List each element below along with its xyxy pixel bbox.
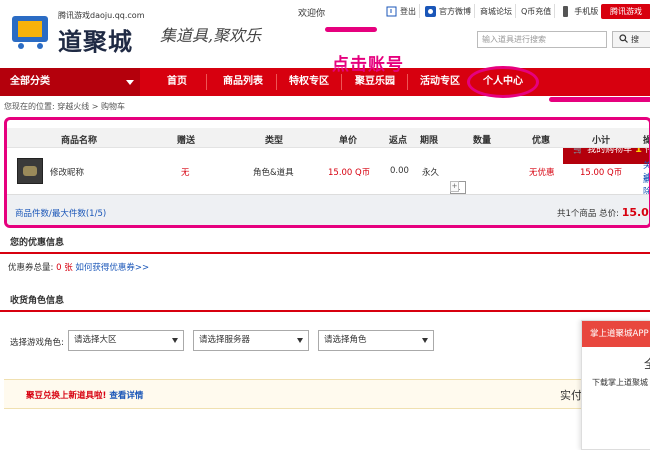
chevron-down-icon — [126, 80, 134, 85]
app-panel-desc: 下载掌上道聚城 — [592, 378, 648, 387]
cart-logo-icon — [12, 16, 48, 49]
welcome-text: 欢迎你 — [298, 9, 326, 19]
coupon-section-title: 您的优惠信息 — [10, 238, 65, 248]
app-download-panel[interactable]: 掌上道聚城APP 全 下载掌上道聚城 — [581, 320, 650, 450]
item-thumbnail[interactable] — [17, 158, 43, 184]
col-gift: 赠送 — [177, 136, 196, 146]
chevron-down-icon — [172, 338, 178, 343]
col-rebate: 返点 — [389, 136, 408, 146]
nav-divider — [341, 74, 342, 90]
col-term: 期限 — [420, 136, 439, 146]
col-type: 类型 — [265, 136, 284, 146]
col-subtotal: 小计 — [592, 136, 611, 146]
nav-divider — [407, 74, 408, 90]
nav-item-products[interactable]: 商品列表 — [214, 68, 272, 96]
qb-recharge-link[interactable]: Q币充值 — [518, 4, 556, 18]
coupon-info: 优惠券总量: 0 张 如何获得优惠券>> — [8, 261, 149, 273]
role-select-value: 请选择角色 — [324, 335, 367, 345]
annotation-underline-cart — [549, 97, 650, 102]
forum-link[interactable]: 商城论坛 — [477, 4, 516, 18]
search-input[interactable]: 输入道具进行搜索 — [477, 31, 607, 48]
item-subtotal: 15.00 Q币 — [580, 168, 623, 178]
mobile-label: 手机版 — [574, 6, 599, 16]
item-count-text: 商品件数/最大件数(1/5) — [15, 207, 106, 219]
logout-link[interactable]: 登出 — [383, 4, 420, 18]
role-select[interactable]: 请选择角色 — [318, 330, 434, 351]
cart-header-row: 商品名称 赠送 类型 单价 返点 期限 数量 优惠 小计 操 — [7, 128, 649, 148]
logout-icon — [386, 6, 397, 17]
promo-details-link[interactable]: 查看详情 — [109, 391, 143, 401]
qty-plus-button[interactable]: + — [450, 181, 459, 192]
promo-banner: 聚豆兑换上新道具啦! 查看详情 实付 — [4, 379, 650, 409]
all-categories-button[interactable]: 全部分类 — [0, 68, 140, 96]
item-type: 角色&道具 — [253, 168, 294, 178]
nav-item-activity[interactable]: 活动专区 — [411, 68, 469, 96]
forum-label: 商城论坛 — [480, 6, 512, 16]
section-divider — [0, 252, 650, 254]
item-rebate: 0.00 — [390, 166, 409, 176]
breadcrumb: 您现在的位置: 穿越火线 > 购物车 — [4, 102, 126, 111]
coupon-how-link[interactable]: 如何获得优惠券>> — [75, 263, 149, 273]
annotation-click-account: 点击账号 — [332, 55, 404, 75]
section-divider — [0, 310, 650, 312]
main-nav: 全部分类 首页 商品列表 特权专区 聚豆乐园 活动专区 个人中心 🛒 我的购物车… — [0, 68, 650, 164]
item-count: 商品件数/最大件数(1/5) — [15, 209, 107, 219]
mobile-link[interactable]: 手机版 — [557, 4, 601, 18]
table-row: 修改昵称 无 角色&道具 15.00 Q币 0.00 永久 - 1 + 无优惠 … — [7, 150, 649, 197]
actual-pay-label: 实付 — [560, 389, 582, 402]
logout-label: 登出 — [400, 6, 416, 16]
weibo-link[interactable]: 官方微博 — [422, 4, 475, 18]
phone-icon — [560, 5, 571, 17]
chevron-down-icon — [422, 338, 428, 343]
nav-divider — [276, 74, 277, 90]
promo-message: 聚豆兑换上新道具啦! — [26, 391, 107, 401]
promo-text: 聚豆兑换上新道具啦! 查看详情 — [26, 389, 143, 401]
weibo-icon — [425, 5, 436, 17]
header: 腾讯游戏daoju.qq.com 道聚城 集道具,聚欢乐 欢迎你 登出 官方微博… — [0, 0, 650, 68]
server-select[interactable]: 请选择服务器 — [193, 330, 309, 351]
item-term: 永久 — [422, 168, 440, 178]
app-panel-heading: 全 — [644, 355, 650, 372]
role-section-title: 收货角色信息 — [10, 296, 65, 306]
nav-item-privilege[interactable]: 特权专区 — [280, 68, 338, 96]
server-select-value: 请选择服务器 — [199, 335, 251, 345]
col-name: 商品名称 — [61, 136, 98, 146]
cart-footer: 商品件数/最大件数(1/5) 共1个商品 总价: 15.00 — [7, 194, 649, 225]
qb-recharge-label: Q币充值 — [521, 6, 552, 16]
search-button-label: 搜 — [631, 35, 639, 44]
col-operation: 操 — [643, 133, 649, 146]
region-select[interactable]: 请选择大区 — [68, 330, 184, 351]
summary-label: 共1个商品 总价: — [557, 209, 619, 219]
chevron-down-icon — [297, 338, 303, 343]
logo-title: 道聚城 — [58, 28, 133, 56]
app-panel-title: 掌上道聚城APP — [582, 321, 650, 347]
item-discount: 无优惠 — [529, 168, 555, 178]
slogan: 集道具,聚欢乐 — [160, 26, 262, 45]
nav-item-home[interactable]: 首页 — [148, 68, 206, 96]
cart-summary: 共1个商品 总价: 15.00 — [557, 206, 649, 219]
item-gift: 无 — [181, 168, 190, 178]
all-categories-label: 全部分类 — [10, 76, 50, 87]
cart-table: 商品名称 赠送 类型 单价 返点 期限 数量 优惠 小计 操 修改昵称 无 角色… — [4, 117, 650, 228]
col-price: 单价 — [339, 136, 358, 146]
role-select-label: 选择游戏角色: — [10, 338, 64, 348]
search-icon — [619, 34, 628, 45]
col-qty: 数量 — [473, 136, 492, 146]
top-links: 登出 官方微博 商城论坛 Q币充值 手机版 — [383, 4, 601, 18]
total-price: 15.00 — [621, 206, 649, 219]
coupon-total-label: 优惠券总量: — [8, 263, 54, 273]
item-price: 15.00 Q币 — [328, 168, 371, 178]
item-name[interactable]: 修改昵称 — [50, 166, 84, 178]
annotation-ellipse — [467, 66, 539, 98]
nav-divider — [206, 74, 207, 90]
search-button[interactable]: 搜 — [612, 31, 650, 48]
weibo-label: 官方微博 — [439, 6, 471, 16]
region-select-value: 请选择大区 — [74, 335, 117, 345]
annotation-underline-welcome — [325, 27, 377, 32]
coupon-total-value: 0 张 — [56, 263, 73, 273]
col-discount: 优惠 — [532, 136, 551, 146]
site-logo[interactable]: 腾讯游戏daoju.qq.com 道聚城 — [10, 6, 145, 56]
tencent-games-button[interactable]: 腾讯游戏 — [601, 4, 650, 19]
logo-subtitle: 腾讯游戏daoju.qq.com — [58, 11, 145, 20]
